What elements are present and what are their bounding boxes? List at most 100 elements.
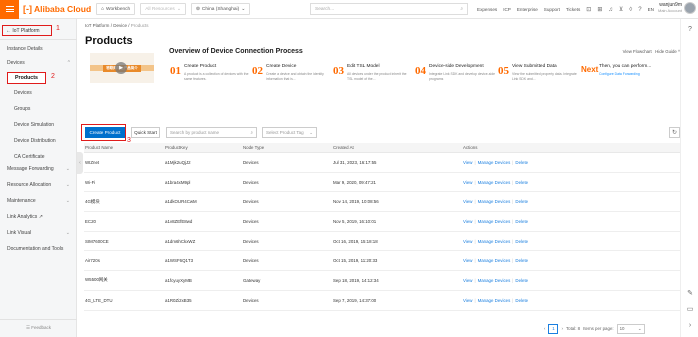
view-flowchart-link[interactable]: View Flowchart — [623, 49, 652, 54]
workbench-button[interactable]: ⌂ Workbench — [96, 3, 136, 15]
manage-devices-link[interactable]: Manage Devices — [478, 199, 511, 204]
breadcrumb-device[interactable]: Device — [113, 23, 127, 28]
table-row: 4G_LTE_DTU a1R0Zi2xB35 Devices Sep 7, 20… — [84, 291, 680, 311]
view-link[interactable]: View — [463, 278, 472, 283]
delete-link[interactable]: Delete — [515, 278, 528, 283]
manage-devices-link[interactable]: Manage Devices — [478, 278, 511, 283]
page-1-button[interactable]: 1 — [548, 323, 559, 334]
view-link[interactable]: View — [463, 298, 472, 303]
main-content: IoT Platform / Device / Products Product… — [77, 19, 680, 337]
step-edit-tsl-model[interactable]: 03 Edit TSL Model All devices under the … — [333, 63, 413, 93]
manage-devices-link[interactable]: Manage Devices — [478, 258, 511, 263]
chevron-down-icon: ⌄ — [637, 325, 642, 331]
manage-devices-link[interactable]: Manage Devices — [478, 219, 511, 224]
delete-link[interactable]: Delete — [515, 219, 528, 224]
bell-icon[interactable]: ♫ — [608, 7, 613, 13]
delete-link[interactable]: Delete — [515, 239, 528, 244]
cart-icon[interactable]: ⊻ — [619, 6, 623, 13]
delete-link[interactable]: Delete — [515, 298, 528, 303]
manage-devices-link[interactable]: Manage Devices — [478, 160, 511, 165]
breadcrumb-iot-platform[interactable]: IoT Platform — [85, 23, 109, 28]
sidebar-item-link-visual[interactable]: Link Visual ⌄ — [0, 227, 77, 238]
step-create-device[interactable]: 02 Create Device Create a device and obt… — [252, 63, 332, 93]
link-expenses[interactable]: Expenses — [477, 7, 497, 12]
delete-link[interactable]: Delete — [515, 258, 528, 263]
resources-button[interactable]: All Resources ⌄ — [140, 3, 186, 15]
sidebar-item-documentation[interactable]: Documentation and Tools — [0, 243, 77, 254]
language-switch[interactable]: EN — [648, 7, 654, 12]
create-product-button[interactable]: Create Product — [85, 127, 125, 138]
link-support[interactable]: Support — [544, 7, 560, 12]
sidebar-item-link-analytics[interactable]: Link Analytics ↗ — [0, 211, 77, 222]
view-link[interactable]: View — [463, 160, 472, 165]
overview-links: View Flowchart Hide Guide ^ — [623, 49, 680, 54]
table-row: Wi-Fi a1bra4xM9pl Devices Mar 9, 2020, 0… — [84, 173, 680, 193]
total-count: Total: 8 — [565, 326, 581, 331]
sidebar-item-device-simulation[interactable]: Device Simulation — [0, 119, 77, 130]
step-create-product[interactable]: 01 Create Product A product is a collect… — [170, 63, 250, 93]
sidebar-item-devices[interactable]: Devices ^ — [0, 57, 77, 68]
view-link[interactable]: View — [463, 239, 472, 244]
avatar[interactable] — [684, 2, 696, 14]
chat-icon[interactable]: ▭ — [685, 305, 695, 315]
back-to-iot-platform[interactable]: ← IoT Platform — [2, 25, 52, 36]
chevron-down-icon: ⌄ — [65, 197, 70, 204]
region-selector[interactable]: ⊚ China (Shanghai) ⌄ — [190, 3, 251, 15]
location-icon[interactable]: ◊ — [629, 7, 632, 13]
hide-guide-link[interactable]: Hide Guide — [655, 49, 677, 54]
refresh-icon[interactable]: ↻ — [669, 127, 680, 138]
sidebar-item-groups[interactable]: Groups — [0, 103, 77, 114]
terminal-icon[interactable]: ⊡ — [586, 6, 591, 13]
per-page-select[interactable]: 10 ⌄ — [616, 323, 645, 334]
delete-link[interactable]: Delete — [515, 160, 528, 165]
manage-devices-link[interactable]: Manage Devices — [478, 298, 511, 303]
link-tickets[interactable]: Tickets — [566, 7, 580, 12]
intro-video-thumbnail[interactable]: 物联网平台产品简介 ▶ — [90, 53, 154, 83]
sidebar-item-products[interactable]: Products — [7, 72, 46, 84]
sidebar-item-resource-allocation[interactable]: Resource Allocation ⌄ — [0, 179, 77, 190]
menu-icon[interactable] — [0, 0, 19, 19]
step-next[interactable]: Next Then, you can perform... Configure … — [581, 63, 680, 93]
view-link[interactable]: View — [463, 199, 472, 204]
manage-devices-link[interactable]: Manage Devices — [478, 180, 511, 185]
view-link[interactable]: View — [463, 219, 472, 224]
delete-link[interactable]: Delete — [515, 199, 528, 204]
sidebar-item-message-forwarding[interactable]: Message Forwarding ⌄ — [0, 163, 77, 174]
chevron-down-icon: ⌄ — [309, 129, 313, 135]
link-icp[interactable]: ICP — [503, 7, 511, 12]
chevron-down-icon: ⌄ — [65, 181, 70, 188]
chevron-down-icon: ⌄ — [65, 229, 70, 236]
expand-icon[interactable]: › — [685, 321, 695, 331]
view-link[interactable]: View — [463, 258, 472, 263]
user-menu[interactable]: wanjun9m Main Account — [658, 2, 696, 14]
global-search-input[interactable]: Search... ⌕ — [310, 3, 468, 15]
product-tag-select[interactable]: Select Product Tag ⌄ — [262, 127, 317, 138]
feedback-link[interactable]: ☰ Feedback — [0, 325, 77, 331]
help-icon[interactable]: ? — [638, 7, 641, 13]
sidebar-item-instance-details[interactable]: Instance Details — [0, 43, 77, 54]
sidebar-item-maintenance[interactable]: Maintenance ⌄ — [0, 195, 77, 206]
step-device-side-development[interactable]: 04 Device-side Development Integrate Lin… — [415, 63, 495, 93]
edit-icon[interactable]: ✎ — [685, 289, 695, 299]
sidebar-item-ca-certificate[interactable]: CA Certificate — [0, 151, 77, 162]
grid-icon[interactable]: ⊞ — [597, 6, 602, 13]
home-icon: ⌂ — [101, 6, 105, 12]
alibaba-cloud-logo[interactable]: [-] Alibaba Cloud — [23, 4, 91, 14]
link-enterprise[interactable]: Enterprise — [517, 7, 538, 12]
delete-link[interactable]: Delete — [515, 180, 528, 185]
table-header: Product Name ProductKey Node Type Create… — [84, 143, 680, 153]
pagination: ‹ 1 › Total: 8 Items per page: 10 ⌄ — [544, 323, 645, 334]
prev-page-icon[interactable]: ‹ — [544, 326, 545, 331]
help-circle-icon[interactable]: ? — [685, 25, 695, 35]
search-icon[interactable]: ⌕ — [250, 130, 253, 135]
sidebar-item-devices-list[interactable]: Devices — [0, 87, 77, 98]
view-link[interactable]: View — [463, 180, 472, 185]
next-page-icon[interactable]: › — [561, 326, 562, 331]
quick-start-button[interactable]: Quick Start — [131, 127, 160, 138]
per-page-label: Items per page: — [583, 326, 614, 331]
play-icon[interactable]: ▶ — [115, 62, 127, 74]
step-view-submitted-data[interactable]: 05 View Submitted Data View the submitte… — [498, 63, 578, 93]
sidebar-item-device-distribution[interactable]: Device Distribution — [0, 135, 77, 146]
product-search-input[interactable]: Search by product name ⌕ — [166, 127, 257, 138]
manage-devices-link[interactable]: Manage Devices — [478, 239, 511, 244]
